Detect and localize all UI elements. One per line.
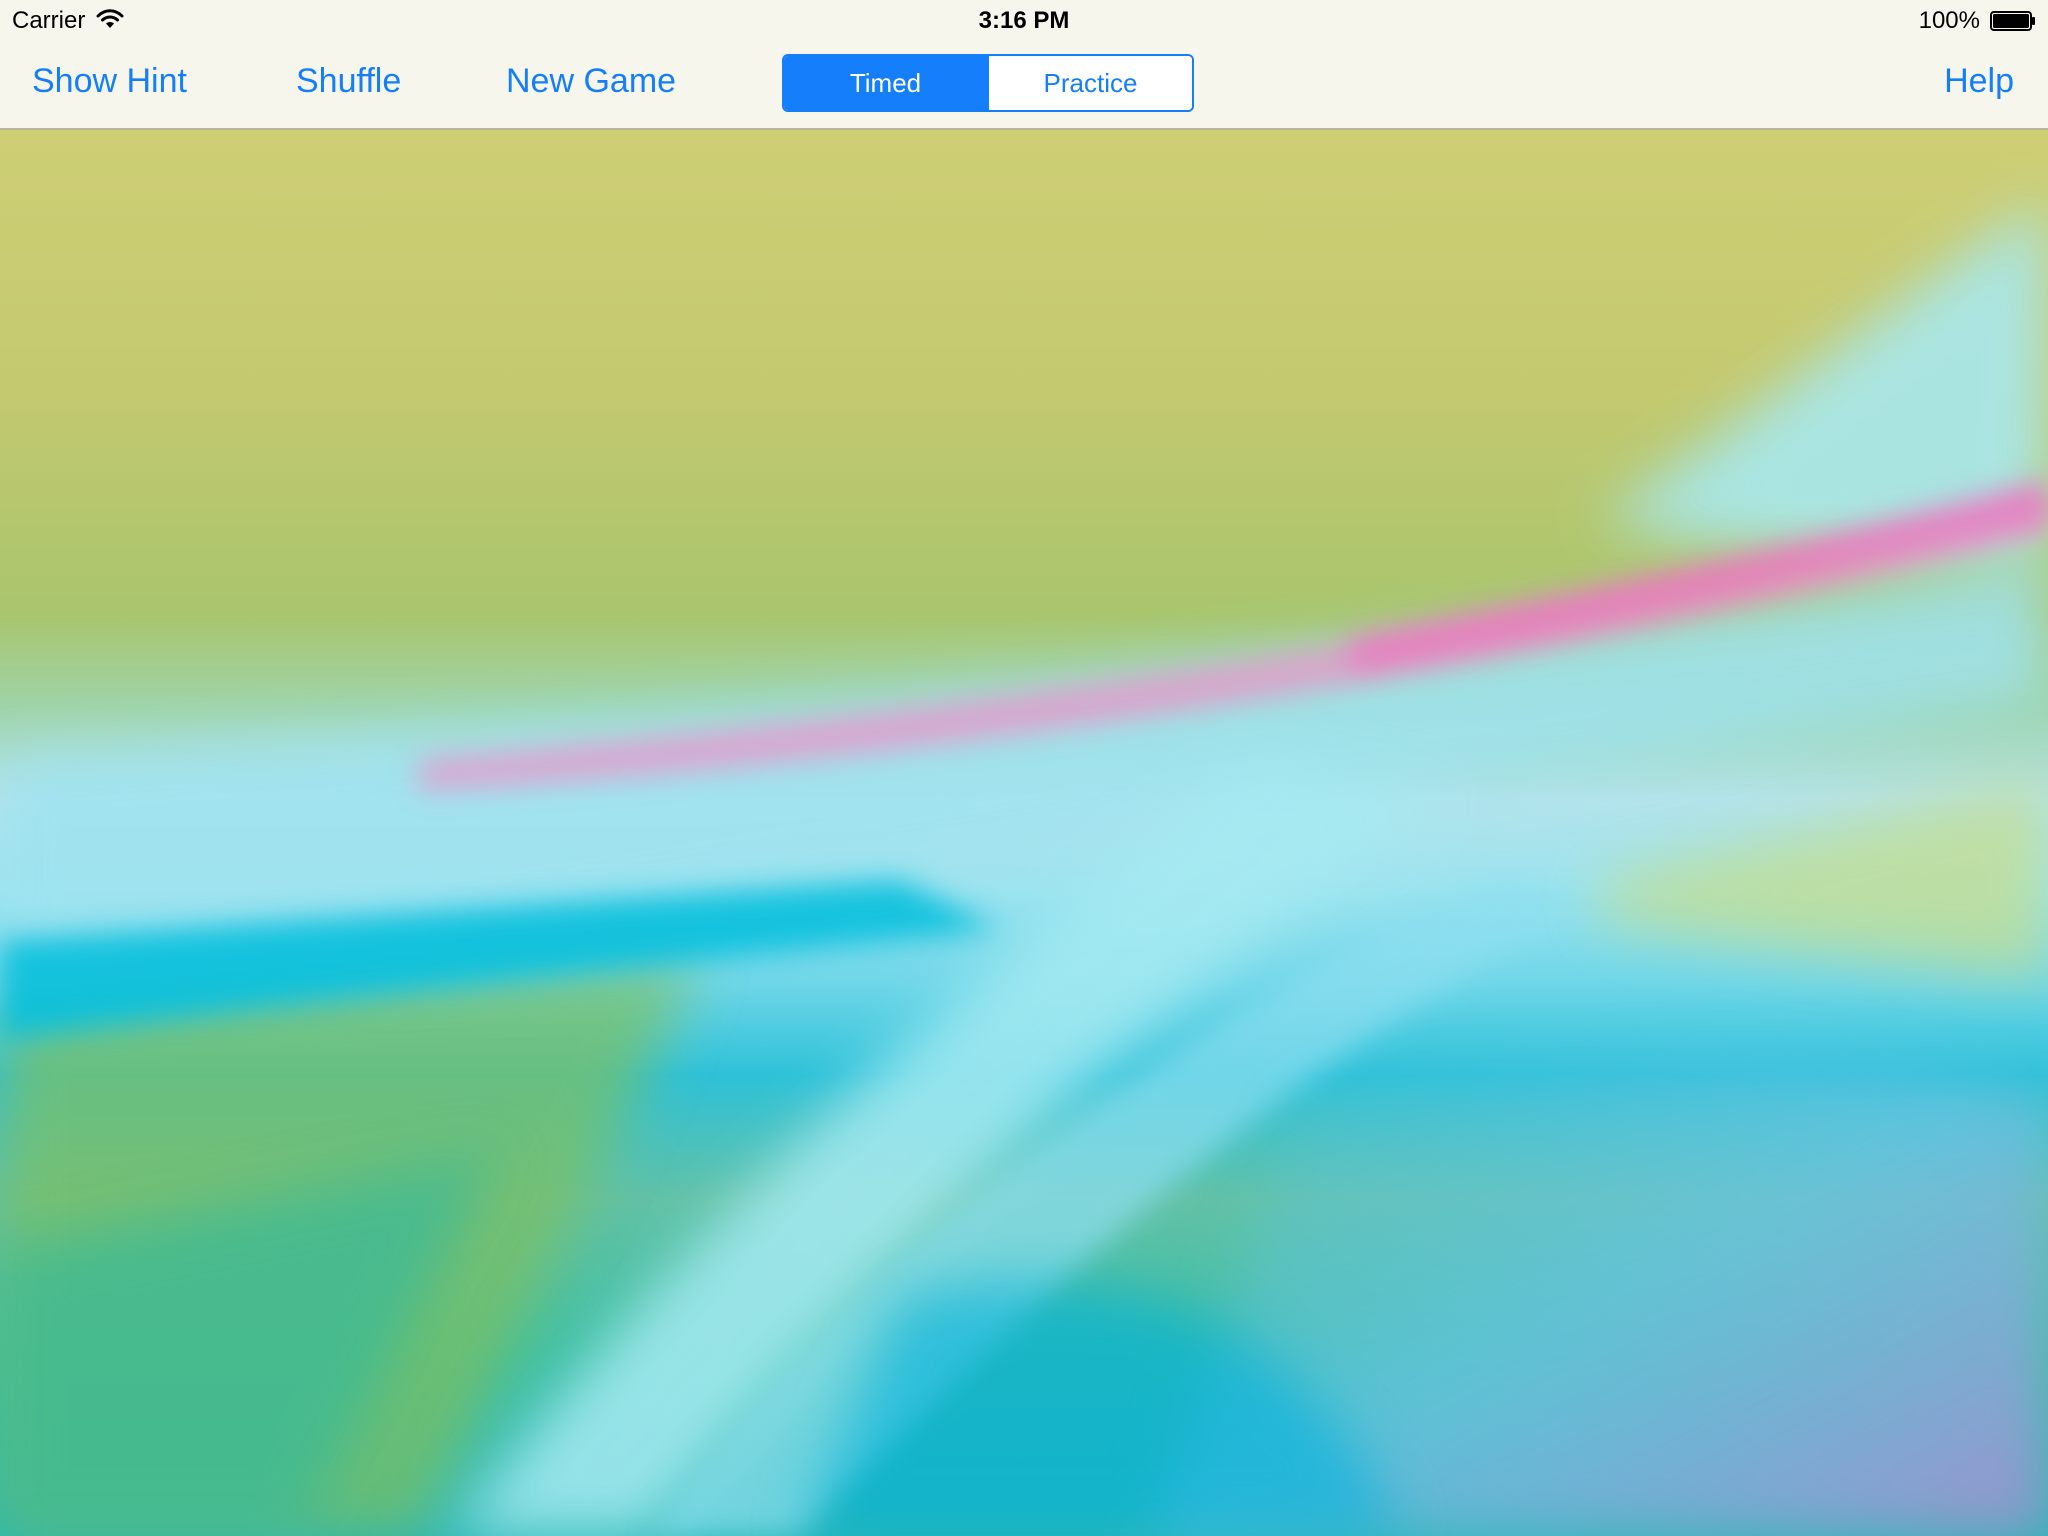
mode-segmented-control: Timed Practice: [782, 54, 1194, 112]
battery-percent: 100%: [1918, 7, 1980, 34]
new-game-button[interactable]: New Game: [506, 62, 676, 101]
segment-timed[interactable]: Timed: [784, 56, 987, 110]
status-time: 3:16 PM: [978, 7, 1070, 34]
status-bar: Carrier 3:16 PM 100%: [0, 0, 2048, 40]
segment-practice[interactable]: Practice: [987, 56, 1192, 110]
app-screen: Carrier 3:16 PM 100% Show Hint Shuffle N: [0, 0, 2048, 1536]
help-button[interactable]: Help: [1944, 62, 2014, 101]
show-hint-button[interactable]: Show Hint: [32, 62, 187, 101]
top-bar: Carrier 3:16 PM 100% Show Hint Shuffle N: [0, 0, 2048, 130]
shuffle-button[interactable]: Shuffle: [296, 62, 401, 101]
background-wallpaper: [0, 0, 2048, 1536]
battery-full-icon: [1990, 10, 2036, 31]
wallpaper-art: [0, 200, 2048, 1536]
